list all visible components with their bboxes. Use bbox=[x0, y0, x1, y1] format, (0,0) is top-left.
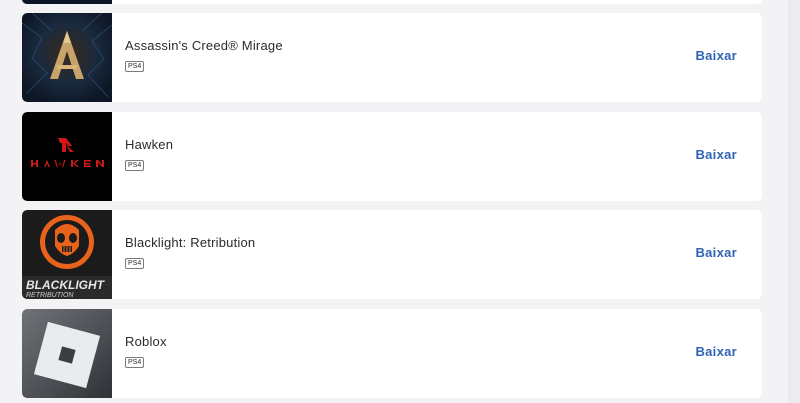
scrollbar[interactable] bbox=[788, 0, 800, 403]
game-card[interactable]: Roblox PS4 Baixar bbox=[22, 309, 762, 398]
platform-badge: PS4 bbox=[125, 357, 145, 368]
game-cover-partial[interactable] bbox=[22, 0, 112, 4]
game-title: Blacklight: Retribution bbox=[125, 235, 256, 250]
game-title: Assassin's Creed® Mirage bbox=[125, 38, 283, 53]
game-card[interactable]: Hawken PS4 Baixar bbox=[22, 112, 762, 201]
platform-badge: PS4 bbox=[125, 258, 145, 269]
game-card[interactable]: Assassin's Creed® Mirage PS4 Baixar bbox=[22, 13, 762, 102]
game-card[interactable]: BLACKLIGHT RETRIBUTION Blacklight: Retri… bbox=[22, 210, 762, 299]
game-title: Roblox bbox=[125, 334, 167, 349]
game-title: Hawken bbox=[125, 137, 174, 152]
hawken-cover[interactable] bbox=[22, 112, 112, 201]
assassins-creed-mirage-cover[interactable] bbox=[22, 13, 112, 102]
download-button[interactable]: Baixar bbox=[695, 245, 737, 260]
platform-badge: PS4 bbox=[125, 160, 145, 171]
blacklight-retribution-cover[interactable]: BLACKLIGHT RETRIBUTION bbox=[22, 210, 112, 299]
download-button[interactable]: Baixar bbox=[695, 48, 737, 63]
svg-text:RETRIBUTION: RETRIBUTION bbox=[26, 292, 74, 299]
roblox-cover[interactable] bbox=[22, 309, 112, 398]
download-button[interactable]: Baixar bbox=[695, 147, 737, 162]
game-card-partial[interactable] bbox=[22, 0, 762, 4]
platform-badge: PS4 bbox=[125, 61, 145, 72]
download-button[interactable]: Baixar bbox=[695, 344, 737, 359]
svg-text:BLACKLIGHT: BLACKLIGHT bbox=[26, 278, 106, 292]
